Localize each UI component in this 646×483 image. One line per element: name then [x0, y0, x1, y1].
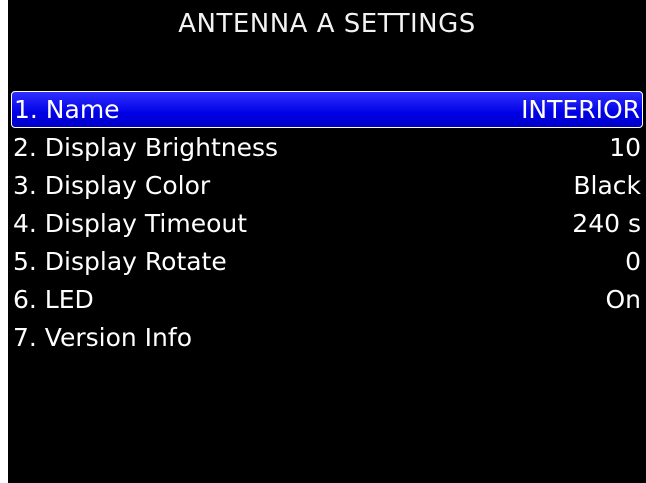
- menu-item-value: Black: [573, 170, 641, 200]
- menu-item-label: 2. Display Brightness: [13, 132, 279, 162]
- device-screen: ANTENNA A SETTINGS 1. Name INTERIOR 2. D…: [8, 0, 646, 483]
- settings-menu: 1. Name INTERIOR 2. Display Brightness 1…: [11, 91, 643, 356]
- menu-item-display-color[interactable]: 3. Display Color Black: [11, 166, 643, 204]
- menu-item-value: On: [605, 284, 641, 314]
- menu-item-display-brightness[interactable]: 2. Display Brightness 10: [11, 128, 643, 166]
- menu-item-label: 5. Display Rotate: [13, 246, 227, 276]
- menu-item-label: 7. Version Info: [13, 322, 192, 352]
- menu-item-label: 3. Display Color: [13, 170, 211, 200]
- menu-item-version-info[interactable]: 7. Version Info: [11, 318, 643, 356]
- menu-item-name[interactable]: 1. Name INTERIOR: [11, 91, 643, 128]
- menu-item-label: 4. Display Timeout: [13, 208, 248, 238]
- menu-item-label: 6. LED: [13, 284, 94, 314]
- screen-title: ANTENNA A SETTINGS: [178, 9, 476, 39]
- menu-item-value: INTERIOR: [521, 95, 640, 124]
- menu-item-value: 0: [625, 246, 641, 276]
- menu-item-display-rotate[interactable]: 5. Display Rotate 0: [11, 242, 643, 280]
- menu-item-led[interactable]: 6. LED On: [11, 280, 643, 318]
- menu-item-label: 1. Name: [14, 95, 120, 124]
- menu-item-display-timeout[interactable]: 4. Display Timeout 240 s: [11, 204, 643, 242]
- menu-item-value: 240 s: [572, 208, 641, 238]
- menu-item-value: 10: [609, 132, 641, 162]
